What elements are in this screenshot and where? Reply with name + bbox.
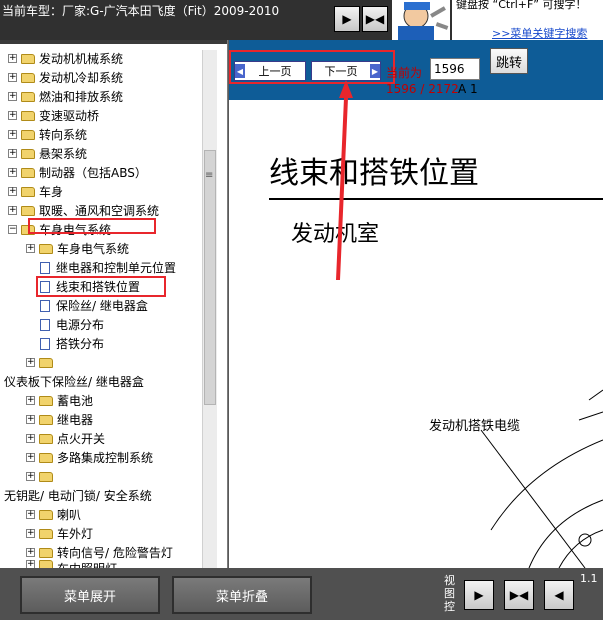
zoom-level: 1.1 [580, 572, 598, 585]
view-left-button[interactable]: ◀ [544, 580, 574, 610]
menu-collapse-button[interactable]: 菜单折叠 [172, 576, 312, 614]
split-arrows-icon: ▶◀ [509, 588, 529, 602]
arrow-left-icon: ◀ [554, 588, 564, 602]
annotation-arrow [336, 80, 353, 280]
view-control-label: 视图控 [444, 574, 455, 613]
menu-expand-button[interactable]: 菜单展开 [20, 576, 160, 614]
view-split-button[interactable]: ▶◀ [504, 580, 534, 610]
arrow-right-icon: ▶ [474, 588, 484, 602]
view-right-button[interactable]: ▶ [464, 580, 494, 610]
